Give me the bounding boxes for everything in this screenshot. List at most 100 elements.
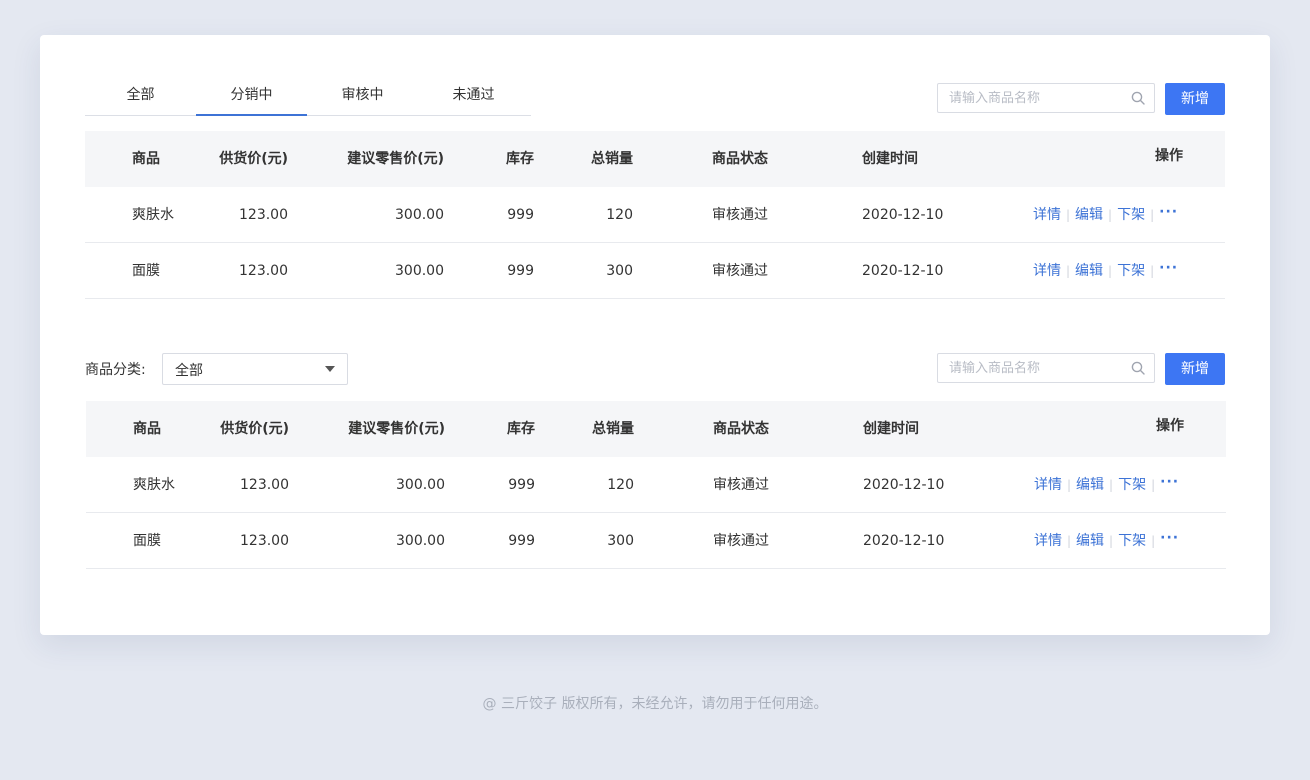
cell-supply-price: 123.00 bbox=[240, 477, 289, 493]
col-header-sold: 总销量 bbox=[592, 421, 634, 437]
cell-created: 2020-12-10 bbox=[863, 477, 945, 493]
category-label: 商品分类: bbox=[85, 362, 146, 378]
cell-status: 审核通过 bbox=[713, 533, 769, 549]
search-input-2[interactable] bbox=[938, 354, 1124, 382]
divider: | bbox=[1066, 264, 1071, 278]
col-header-stock: 库存 bbox=[507, 421, 535, 437]
cell-stock: 999 bbox=[507, 207, 534, 223]
divider: | bbox=[1151, 478, 1156, 492]
search-icon[interactable] bbox=[1131, 361, 1145, 375]
detail-link[interactable]: 详情 bbox=[1033, 205, 1061, 225]
more-icon[interactable]: ··· bbox=[1159, 258, 1178, 278]
edit-link[interactable]: 编辑 bbox=[1076, 531, 1104, 551]
cell-created: 2020-12-10 bbox=[862, 263, 944, 279]
cell-name: 面膜 bbox=[133, 533, 161, 549]
search-icon[interactable] bbox=[1131, 91, 1145, 105]
cell-name: 爽肤水 bbox=[133, 477, 175, 493]
offshelf-link[interactable]: 下架 bbox=[1117, 261, 1145, 281]
offshelf-link[interactable]: 下架 bbox=[1118, 475, 1146, 495]
cell-status: 审核通过 bbox=[713, 477, 769, 493]
more-icon[interactable]: ··· bbox=[1160, 528, 1179, 548]
col-header-name: 商品 bbox=[132, 151, 160, 167]
col-header-ops: 操作 bbox=[1155, 148, 1183, 164]
product-table-1: 商品 供货价(元) 建议零售价(元) 库存 总销量 商品状态 创建时间 操作 爽… bbox=[85, 131, 1225, 299]
cell-stock: 999 bbox=[508, 477, 535, 493]
add-button-1[interactable]: 新增 bbox=[1165, 83, 1225, 115]
category-selected-value: 全部 bbox=[175, 363, 203, 379]
edit-link[interactable]: 编辑 bbox=[1075, 205, 1103, 225]
table-header: 商品 供货价(元) 建议零售价(元) 库存 总销量 商品状态 创建时间 操作 bbox=[86, 401, 1226, 457]
table-row: 面膜 123.00 300.00 999 300 审核通过 2020-12-10… bbox=[86, 513, 1226, 569]
content-card: 全部 分销中 审核中 未通过 新增 商品 供货价(元) 建议零售价(元) 库存 … bbox=[40, 35, 1270, 635]
divider: | bbox=[1109, 478, 1114, 492]
cell-created: 2020-12-10 bbox=[862, 207, 944, 223]
cell-supply-price: 123.00 bbox=[239, 207, 288, 223]
cell-sold: 300 bbox=[606, 263, 633, 279]
category-select[interactable]: 全部 bbox=[162, 353, 348, 385]
cell-stock: 999 bbox=[507, 263, 534, 279]
cell-status: 审核通过 bbox=[712, 207, 768, 223]
divider: | bbox=[1151, 534, 1156, 548]
cell-created: 2020-12-10 bbox=[863, 533, 945, 549]
caret-down-icon bbox=[325, 366, 335, 372]
cell-name: 爽肤水 bbox=[132, 207, 174, 223]
more-icon[interactable]: ··· bbox=[1160, 472, 1179, 492]
col-header-supply-price: 供货价(元) bbox=[219, 151, 288, 167]
tab-reviewing[interactable]: 审核中 bbox=[307, 83, 418, 115]
more-icon[interactable]: ··· bbox=[1159, 202, 1178, 222]
detail-link[interactable]: 详情 bbox=[1034, 531, 1062, 551]
table-header: 商品 供货价(元) 建议零售价(元) 库存 总销量 商品状态 创建时间 操作 bbox=[85, 131, 1225, 187]
cell-supply-price: 123.00 bbox=[239, 263, 288, 279]
divider: | bbox=[1150, 264, 1155, 278]
col-header-retail-price: 建议零售价(元) bbox=[348, 421, 445, 437]
col-header-ops: 操作 bbox=[1156, 418, 1184, 434]
divider: | bbox=[1067, 478, 1072, 492]
cell-sold: 120 bbox=[606, 207, 633, 223]
search-box-2 bbox=[937, 353, 1155, 383]
cell-supply-price: 123.00 bbox=[240, 533, 289, 549]
divider: | bbox=[1108, 264, 1113, 278]
offshelf-link[interactable]: 下架 bbox=[1118, 531, 1146, 551]
cell-retail-price: 300.00 bbox=[396, 477, 445, 493]
table-row: 面膜 123.00 300.00 999 300 审核通过 2020-12-10… bbox=[85, 243, 1225, 299]
col-header-retail-price: 建议零售价(元) bbox=[347, 151, 444, 167]
product-table-2: 商品 供货价(元) 建议零售价(元) 库存 总销量 商品状态 创建时间 操作 爽… bbox=[86, 401, 1226, 569]
cell-retail-price: 300.00 bbox=[395, 263, 444, 279]
cell-sold: 120 bbox=[607, 477, 634, 493]
row-actions: 详情 | 编辑 | 下架 | ··· bbox=[1033, 202, 1178, 225]
cell-sold: 300 bbox=[607, 533, 634, 549]
col-header-status: 商品状态 bbox=[713, 421, 769, 437]
col-header-name: 商品 bbox=[133, 421, 161, 437]
cell-stock: 999 bbox=[508, 533, 535, 549]
col-header-created: 创建时间 bbox=[863, 421, 919, 437]
add-button-2[interactable]: 新增 bbox=[1165, 353, 1225, 385]
status-tabs: 全部 分销中 审核中 未通过 bbox=[85, 83, 531, 116]
search-input-1[interactable] bbox=[938, 84, 1124, 112]
divider: | bbox=[1108, 208, 1113, 222]
edit-link[interactable]: 编辑 bbox=[1076, 475, 1104, 495]
detail-link[interactable]: 详情 bbox=[1034, 475, 1062, 495]
edit-link[interactable]: 编辑 bbox=[1075, 261, 1103, 281]
copyright-footer: @ 三斤饺子 版权所有，未经允许，请勿用于任何用途。 bbox=[482, 696, 828, 712]
table-row: 爽肤水 123.00 300.00 999 120 审核通过 2020-12-1… bbox=[85, 187, 1225, 243]
search-box-1 bbox=[937, 83, 1155, 113]
detail-link[interactable]: 详情 bbox=[1033, 261, 1061, 281]
col-header-stock: 库存 bbox=[506, 151, 534, 167]
cell-name: 面膜 bbox=[132, 263, 160, 279]
offshelf-link[interactable]: 下架 bbox=[1117, 205, 1145, 225]
divider: | bbox=[1066, 208, 1071, 222]
tab-rejected[interactable]: 未通过 bbox=[418, 83, 529, 115]
tab-all[interactable]: 全部 bbox=[85, 83, 196, 115]
col-header-status: 商品状态 bbox=[712, 151, 768, 167]
col-header-created: 创建时间 bbox=[862, 151, 918, 167]
divider: | bbox=[1150, 208, 1155, 222]
divider: | bbox=[1109, 534, 1114, 548]
col-header-supply-price: 供货价(元) bbox=[220, 421, 289, 437]
table-row: 爽肤水 123.00 300.00 999 120 审核通过 2020-12-1… bbox=[86, 457, 1226, 513]
row-actions: 详情 | 编辑 | 下架 | ··· bbox=[1034, 472, 1179, 495]
row-actions: 详情 | 编辑 | 下架 | ··· bbox=[1033, 258, 1178, 281]
cell-retail-price: 300.00 bbox=[395, 207, 444, 223]
cell-status: 审核通过 bbox=[712, 263, 768, 279]
divider: | bbox=[1067, 534, 1072, 548]
tab-distributing[interactable]: 分销中 bbox=[196, 83, 307, 116]
